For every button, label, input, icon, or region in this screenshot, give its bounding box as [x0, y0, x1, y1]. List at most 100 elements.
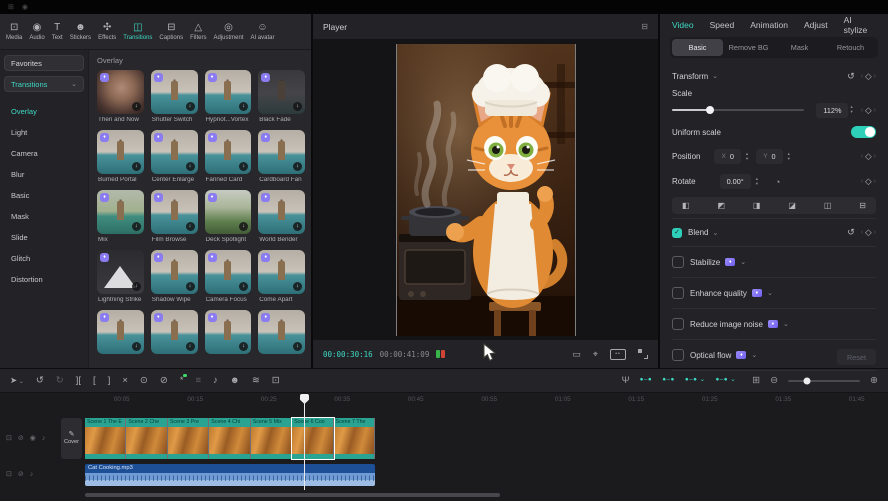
transition-thumbnail[interactable]: ♦ ↓ — [205, 190, 252, 234]
download-icon[interactable]: ↓ — [239, 342, 248, 351]
preview-area[interactable] — [313, 39, 658, 340]
smart-cut-icon[interactable]: * — [180, 376, 184, 386]
transition-item[interactable]: ♦ ↓ Cardboard Fan — [258, 130, 305, 187]
chevron-down-icon[interactable]: ⌄ — [751, 351, 757, 359]
position-x-box[interactable]: X0 — [714, 149, 740, 164]
inspector-tab[interactable]: Video — [672, 20, 694, 30]
zoom-out-icon[interactable]: ⊖ — [770, 376, 778, 386]
next-keyframe-icon[interactable]: › — [874, 73, 876, 80]
transition-item[interactable]: ♦ ↓ Come Apart — [258, 250, 305, 307]
inspector-subtab[interactable]: Mask — [774, 39, 825, 56]
tab-stickers[interactable]: ☻ Stickers — [67, 22, 94, 41]
tab-media[interactable]: ⊡ Media — [3, 22, 25, 41]
lock-track-icon[interactable]: ⊘ — [18, 435, 24, 442]
tab-audio[interactable]: ◉ Audio — [26, 22, 47, 41]
fullscreen-icon[interactable] — [638, 349, 648, 359]
download-icon[interactable]: ↓ — [239, 162, 248, 171]
tab-transitions[interactable]: ◫ Transitions — [120, 22, 155, 41]
sidebar-category-item[interactable]: Light — [4, 122, 84, 143]
download-icon[interactable]: ↓ — [186, 342, 195, 351]
transition-item[interactable]: ♦ ↓ Center Enlarge — [151, 130, 198, 187]
video-clip[interactable]: Scene 6 Coo — [292, 418, 333, 459]
tab-captions[interactable]: ⊟ Captions — [156, 22, 186, 41]
chevron-down-icon[interactable]: ⌄ — [712, 72, 718, 80]
section-checkbox[interactable] — [672, 318, 684, 330]
inspector-subtab[interactable]: Retouch — [825, 39, 876, 56]
reset-blend-icon[interactable]: ↺ — [847, 227, 855, 238]
align-right-icon[interactable]: ◨ — [753, 202, 761, 210]
transition-thumbnail[interactable]: ♦ ↓ — [151, 310, 198, 354]
tab-filters[interactable]: △ Filters — [187, 22, 209, 41]
reset-button[interactable]: Reset — [837, 349, 876, 365]
sidebar-category-item[interactable]: Camera — [4, 143, 84, 164]
transition-thumbnail[interactable]: ♦ ↓ — [205, 310, 252, 354]
transition-thumbnail[interactable]: ♦ ↓ — [97, 190, 144, 234]
transition-thumbnail[interactable]: ♦ ↓ — [151, 250, 198, 294]
preview-quality-icon[interactable] — [610, 349, 626, 360]
track-options-icon[interactable]: ≡ — [196, 376, 202, 386]
sidebar-category-item[interactable]: Distortion — [4, 269, 84, 290]
video-track[interactable]: Scene 1 The E Scene 2 Che Scene 3 Pre — [85, 418, 375, 459]
cover-button[interactable]: ✎ Cover — [61, 418, 82, 459]
transition-item[interactable]: ♦ ↓ Lightning Strike — [97, 250, 144, 307]
align-top-icon[interactable]: ◩ — [717, 202, 725, 210]
audio-extract-icon[interactable]: ♪ — [213, 376, 218, 386]
download-icon[interactable]: ↓ — [293, 102, 302, 111]
transition-thumbnail[interactable]: ♦ ↓ — [151, 70, 198, 114]
download-icon[interactable]: ↓ — [293, 342, 302, 351]
chevron-down-icon[interactable]: ⌄ — [783, 320, 789, 328]
sidebar-category-item[interactable]: Slide — [4, 227, 84, 248]
transition-item[interactable]: ♦ ↓ Burned Portal — [97, 130, 144, 187]
section-checkbox[interactable] — [672, 256, 684, 268]
next-keyframe-icon[interactable]: › — [874, 107, 876, 114]
download-icon[interactable]: ↓ — [186, 222, 195, 231]
reverse-icon[interactable]: ⊘ — [160, 376, 168, 386]
download-icon[interactable]: ↓ — [132, 222, 141, 231]
transition-thumbnail[interactable]: ♦ ↓ — [258, 310, 305, 354]
section-checkbox[interactable] — [672, 349, 684, 361]
mute-track-icon[interactable]: ♪ — [42, 435, 46, 442]
align-center-h-icon[interactable]: ◫ — [824, 202, 832, 210]
workspace-icon[interactable]: ◉ — [22, 4, 28, 11]
playhead-line[interactable] — [304, 394, 305, 490]
transition-item[interactable]: ♦ ↓ — [97, 310, 144, 367]
keyframe-icon[interactable]: ◇ — [865, 228, 872, 237]
video-clip[interactable]: Scene 5 Mix — [251, 418, 292, 459]
favorites-button[interactable]: Favorites — [4, 55, 84, 71]
transition-item[interactable]: ♦ ↓ — [151, 310, 198, 367]
keyframe-graph-4[interactable]: ●–● ⌄ — [715, 377, 736, 383]
section-checkbox[interactable] — [672, 287, 684, 299]
reset-transform-icon[interactable]: ↺ — [847, 71, 855, 82]
inspector-subtab[interactable]: Basic — [672, 39, 723, 56]
transition-thumbnail[interactable]: ♦ ↓ — [205, 250, 252, 294]
tab-text[interactable]: T Text — [49, 22, 66, 41]
transition-thumbnail[interactable]: ♦ ↓ — [151, 130, 198, 174]
video-clip[interactable]: Scene 3 Pre — [168, 418, 209, 459]
blend-checkbox[interactable]: ✓ — [672, 228, 682, 238]
download-icon[interactable]: ↓ — [293, 282, 302, 291]
rotate-dial-icon[interactable]: ◔ — [775, 177, 780, 187]
transition-thumbnail[interactable]: ♦ ↓ — [205, 130, 252, 174]
download-icon[interactable]: ↓ — [132, 342, 141, 351]
track-thumbnail-icon[interactable]: ⊡ — [6, 435, 12, 442]
chevron-down-icon[interactable]: ⌄ — [767, 289, 773, 297]
scale-value-box[interactable]: 112% — [816, 103, 848, 118]
position-y-box[interactable]: Y0 — [756, 149, 782, 164]
timeline-display-icon[interactable]: ⊞ — [752, 376, 760, 386]
download-icon[interactable]: ↓ — [239, 222, 248, 231]
inspector-tab[interactable]: AI stylize — [844, 15, 876, 35]
download-icon[interactable]: ↓ — [186, 162, 195, 171]
transition-thumbnail[interactable]: ♦ ↓ — [258, 190, 305, 234]
keyframe-graph-2[interactable]: ●–● — [662, 377, 675, 383]
download-icon[interactable]: ↓ — [293, 222, 302, 231]
position-y-stepper[interactable]: ▴▾ — [788, 152, 790, 161]
transition-item[interactable]: ♦ ↓ — [258, 310, 305, 367]
timeline-ruler[interactable]: 00:05 00:15 00:25 00:35 00:45 00:55 01:0… — [85, 394, 888, 406]
prev-keyframe-icon[interactable]: ‹ — [861, 107, 863, 114]
align-left-icon[interactable]: ◧ — [682, 202, 690, 210]
video-clip[interactable]: Scene 7 The — [334, 418, 375, 459]
tab-adjustment[interactable]: ◎ Adjustment — [210, 22, 246, 41]
delete-icon[interactable]: × — [122, 376, 128, 386]
timeline-horizontal-scrollbar[interactable] — [85, 493, 500, 497]
video-clip[interactable]: Scene 1 The E — [85, 418, 126, 459]
